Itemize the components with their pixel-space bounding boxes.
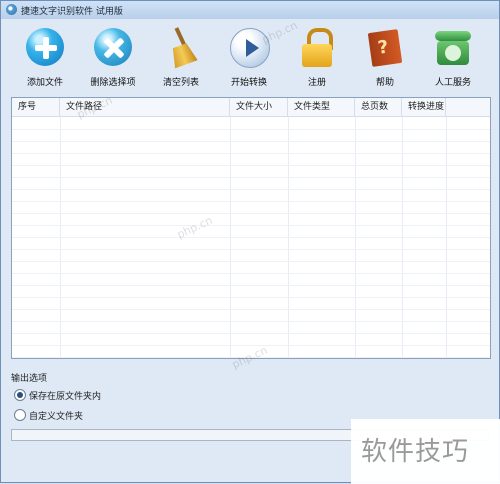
clear-list-label: 清空列表 — [162, 78, 199, 88]
column-header-empty — [446, 98, 490, 116]
file-table[interactable]: 序号 文件路径 文件大小 文件类型 总页数 转换进度 — [11, 97, 491, 359]
app-icon — [6, 4, 17, 15]
column-header-size[interactable]: 文件大小 — [230, 98, 288, 116]
save-original-folder-radio[interactable] — [14, 389, 26, 401]
custom-folder-radio[interactable] — [14, 409, 26, 421]
broom-icon — [161, 27, 201, 67]
phone-icon — [433, 27, 473, 67]
register-button[interactable]: 注册 — [285, 23, 349, 91]
help-book-icon: ? — [365, 27, 405, 67]
column-header-progress[interactable]: 转换进度 — [402, 98, 446, 116]
main-window: 捷速文字识别软件 试用版 添加文件 删除选择项 清空列表 开始转换 注册 ? 帮… — [0, 0, 500, 484]
delete-selected-label: 删除选择项 — [90, 78, 136, 88]
column-header-index[interactable]: 序号 — [12, 98, 60, 116]
manual-service-button[interactable]: 人工服务 — [421, 23, 485, 91]
delete-selected-button[interactable]: 删除选择项 — [81, 23, 145, 91]
register-label: 注册 — [307, 78, 326, 88]
window-title: 捷速文字识别软件 试用版 — [21, 7, 123, 17]
watermark-text: 软件技巧 — [361, 437, 470, 467]
add-icon — [25, 27, 65, 67]
add-file-button[interactable]: 添加文件 — [13, 23, 77, 91]
help-button[interactable]: ? 帮助 — [353, 23, 417, 91]
column-header-pages[interactable]: 总页数 — [355, 98, 402, 116]
title-bar[interactable]: 捷速文字识别软件 试用版 — [1, 1, 499, 19]
toolbar: 添加文件 删除选择项 清空列表 开始转换 注册 ? 帮助 人工服务 — [7, 23, 493, 91]
table-body[interactable] — [12, 117, 490, 358]
clear-list-button[interactable]: 清空列表 — [149, 23, 213, 91]
save-original-folder-label[interactable]: 保存在原文件夹内 — [29, 389, 101, 402]
start-convert-label: 开始转换 — [230, 78, 267, 88]
manual-service-label: 人工服务 — [434, 78, 471, 88]
lock-icon — [297, 27, 337, 67]
delete-icon — [93, 27, 133, 67]
output-options-title: 输出选项 — [11, 374, 48, 384]
custom-folder-label[interactable]: 自定义文件夹 — [29, 409, 83, 422]
add-file-label: 添加文件 — [26, 78, 63, 88]
column-header-type[interactable]: 文件类型 — [288, 98, 355, 116]
help-label: 帮助 — [375, 78, 394, 88]
